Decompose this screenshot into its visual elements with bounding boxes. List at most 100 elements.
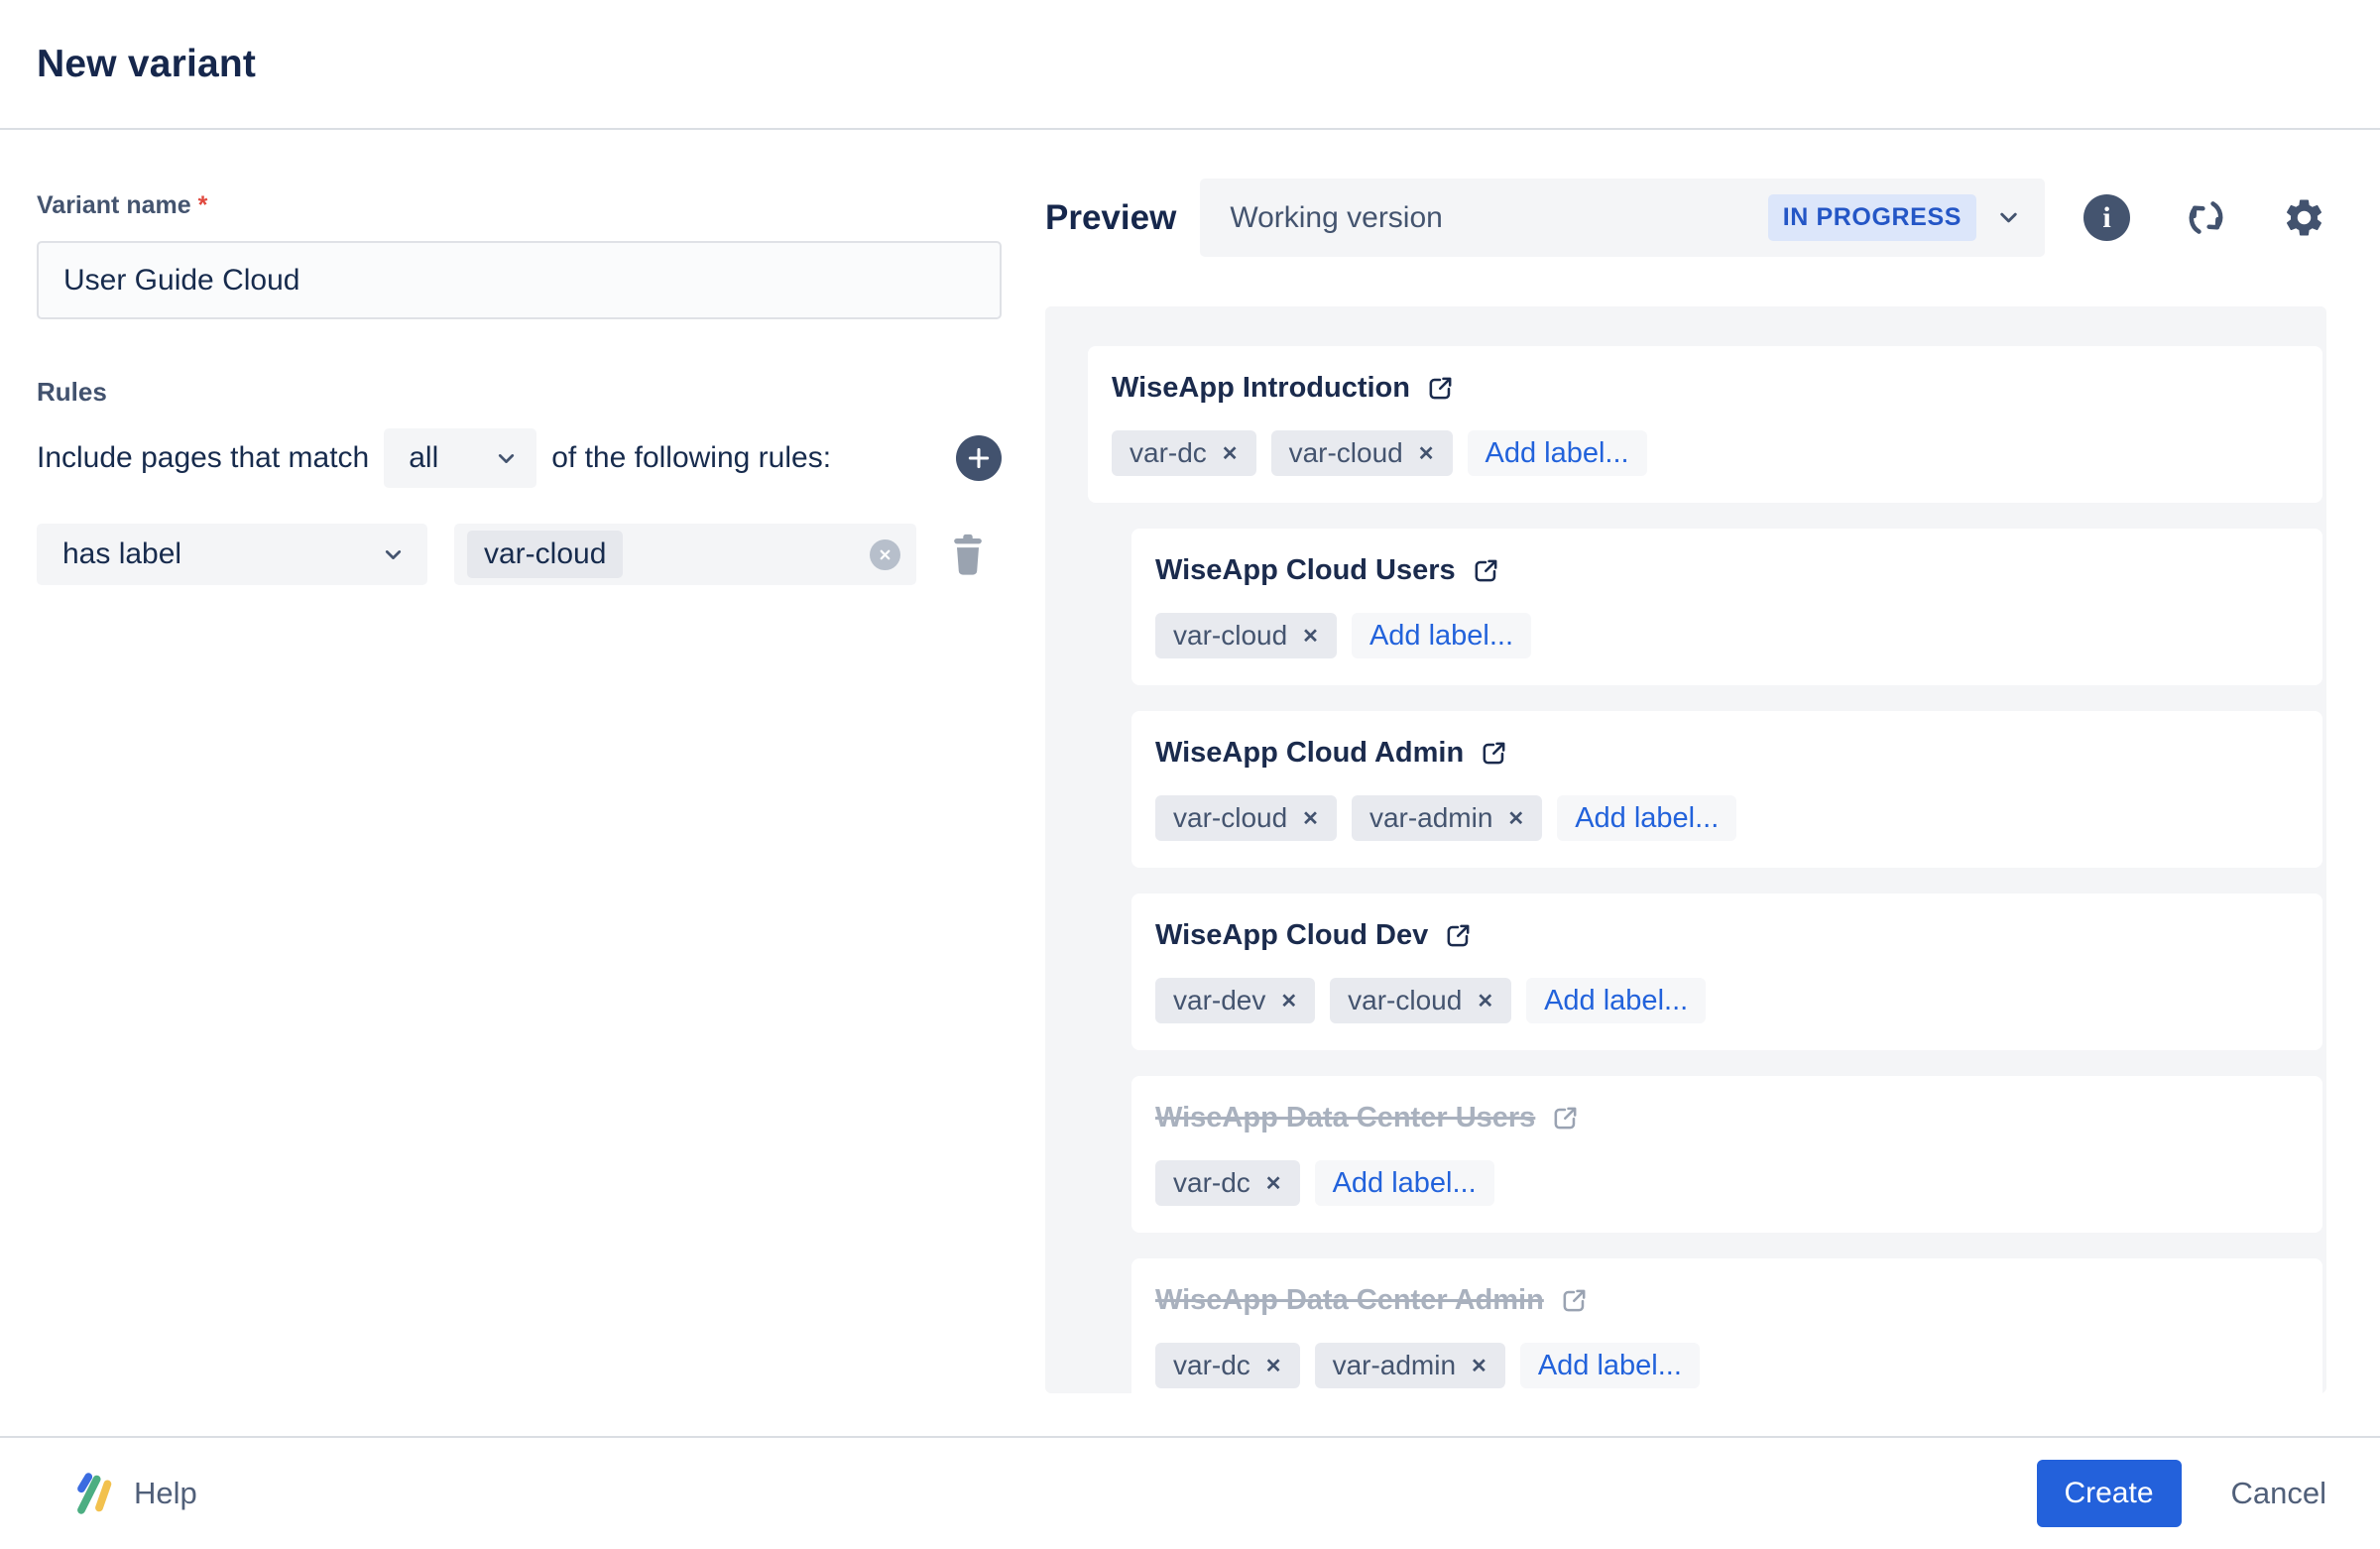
label-pill[interactable]: var-dc ✕ <box>1112 430 1256 476</box>
page-title: WiseApp Cloud Admin <box>1155 737 1465 769</box>
add-label-button[interactable]: Add label... <box>1467 430 1647 476</box>
variant-form: Variant name* Rules Include pages that m… <box>37 130 1002 1436</box>
label-pill[interactable]: var-admin ✕ <box>1351 795 1543 841</box>
remove-label-icon[interactable]: ✕ <box>1418 441 1435 466</box>
preview-header: Preview Working version IN PROGRESS i <box>1045 179 2326 257</box>
label-text: var-dev <box>1173 985 1266 1015</box>
remove-label-icon[interactable]: ✕ <box>1302 624 1319 649</box>
add-label-button[interactable]: Add label... <box>1351 613 1532 658</box>
variant-name-label: Variant name * <box>37 191 208 219</box>
page-title: WiseApp Cloud Users <box>1155 554 1456 586</box>
rules-heading: Rules <box>37 377 107 407</box>
label-pill[interactable]: var-cloud ✕ <box>1155 795 1337 841</box>
match-text-before: Include pages that match <box>37 441 370 474</box>
label-pill[interactable]: var-cloud ✕ <box>1330 978 1512 1023</box>
label-text: var-admin <box>1368 802 1493 833</box>
app-logo-icon <box>77 1473 112 1514</box>
chevron-down-icon <box>385 549 402 559</box>
page-title-row: WiseApp Data Center Admin <box>1155 1284 2293 1317</box>
page-card: WiseApp Data Center Admin var-dc ✕ var-a… <box>1131 1258 2322 1393</box>
page-title-row: WiseApp Cloud Dev <box>1155 919 2293 952</box>
external-link-icon[interactable] <box>1480 739 1508 768</box>
page-title: WiseApp Data Center Users <box>1155 1102 1536 1133</box>
page-labels: var-dc ✕ var-admin ✕ Add label... <box>1155 1343 2293 1388</box>
page-card: WiseApp Cloud Dev var-dev ✕ var-cloud ✕ … <box>1131 894 2322 1050</box>
label-pill[interactable]: var-cloud ✕ <box>1155 613 1337 658</box>
refresh-button[interactable] <box>2183 194 2229 241</box>
label-pill[interactable]: var-dc ✕ <box>1155 1343 1300 1388</box>
remove-label-icon[interactable]: ✕ <box>1477 989 1493 1013</box>
page-title-row: WiseApp Cloud Users <box>1155 554 2293 587</box>
external-link-icon[interactable] <box>1560 1286 1589 1315</box>
add-label-button[interactable]: Add label... <box>1526 978 1707 1023</box>
label-pill[interactable]: var-dc ✕ <box>1155 1160 1300 1206</box>
label-text: var-admin <box>1332 1350 1457 1380</box>
variant-name-input[interactable] <box>37 241 1002 319</box>
delete-rule-button[interactable] <box>949 533 987 576</box>
page-title: WiseApp Cloud Dev <box>1155 919 1429 951</box>
main-content: Variant name* Rules Include pages that m… <box>0 130 2380 1436</box>
page-card: WiseApp Cloud Users var-cloud ✕ Add labe… <box>1131 529 2322 685</box>
match-mode-select[interactable]: all <box>384 428 537 488</box>
label-text: var-dc <box>1130 437 1207 468</box>
footer-actions: Create Cancel <box>2036 1460 2327 1527</box>
clear-icon <box>880 549 891 559</box>
dialog-footer: Help Create Cancel <box>0 1436 2380 1549</box>
external-link-icon[interactable] <box>1444 921 1473 950</box>
remove-label-icon[interactable]: ✕ <box>1302 806 1319 831</box>
status-badge: IN PROGRESS <box>1767 194 1976 241</box>
help-label: Help <box>134 1476 197 1510</box>
page-card: WiseApp Introduction var-dc ✕ var-cloud … <box>1088 346 2322 503</box>
page-labels: var-dev ✕ var-cloud ✕ Add label... <box>1155 978 2293 1023</box>
label-pill[interactable]: var-cloud ✕ <box>1270 430 1453 476</box>
required-asterisk: * <box>197 191 208 219</box>
add-label-button[interactable]: Add label... <box>1557 795 1737 841</box>
page-title-row: WiseApp Introduction <box>1112 372 2293 405</box>
cancel-button[interactable]: Cancel <box>2231 1476 2327 1511</box>
settings-button[interactable] <box>2282 195 2326 240</box>
version-name: Working version <box>1230 200 1443 234</box>
remove-label-icon[interactable]: ✕ <box>1471 1354 1488 1378</box>
match-mode-value: all <box>409 441 439 474</box>
rule-type-select[interactable]: has label <box>37 524 427 585</box>
external-link-icon[interactable] <box>1426 374 1455 403</box>
preview-pane: Preview Working version IN PROGRESS i Wi… <box>1045 130 2326 1436</box>
label-pill[interactable]: var-dev ✕ <box>1155 978 1316 1023</box>
page-title-row: WiseApp Cloud Admin <box>1155 737 2293 770</box>
dialog-header: New variant <box>0 0 2380 130</box>
rule-row: has label var-cloud <box>37 524 1002 585</box>
clear-value-button[interactable] <box>870 538 900 570</box>
match-rule-row: Include pages that match all of the foll… <box>37 428 1002 488</box>
gear-icon <box>2286 199 2322 236</box>
label-text: var-dc <box>1173 1350 1250 1380</box>
chevron-down-icon <box>499 453 515 463</box>
page-title-row: WiseApp Data Center Users <box>1155 1102 2293 1134</box>
label-pill[interactable]: var-admin ✕ <box>1314 1343 1505 1388</box>
pages-preview-panel: WiseApp Introduction var-dc ✕ var-cloud … <box>1045 306 2326 1393</box>
help-button[interactable]: Help <box>69 1468 197 1519</box>
page-title: New variant <box>37 42 257 85</box>
add-rule-button[interactable] <box>956 435 1002 481</box>
match-text-after: of the following rules: <box>551 441 832 474</box>
info-button[interactable]: i <box>2083 194 2130 241</box>
remove-label-icon[interactable]: ✕ <box>1265 1354 1282 1378</box>
create-button[interactable]: Create <box>2036 1460 2182 1527</box>
external-link-icon[interactable] <box>1472 556 1500 585</box>
rule-value-tag: var-cloud <box>467 531 624 578</box>
plus-icon <box>968 447 990 469</box>
add-label-button[interactable]: Add label... <box>1314 1160 1494 1206</box>
page-card: WiseApp Data Center Users var-dc ✕ Add l… <box>1131 1076 2322 1233</box>
rule-value-field[interactable]: var-cloud <box>454 524 916 585</box>
remove-label-icon[interactable]: ✕ <box>1507 806 1524 831</box>
remove-label-icon[interactable]: ✕ <box>1222 441 1239 466</box>
page-title: WiseApp Data Center Admin <box>1155 1284 1544 1316</box>
version-select[interactable]: Working version IN PROGRESS <box>1200 179 2045 257</box>
page-labels: var-cloud ✕ var-admin ✕ Add label... <box>1155 795 2293 841</box>
label-text: var-cloud <box>1173 802 1288 833</box>
remove-label-icon[interactable]: ✕ <box>1280 989 1297 1013</box>
new-variant-dialog: New variant Variant name* Rules Include … <box>0 0 2380 1549</box>
external-link-icon[interactable] <box>1551 1104 1580 1132</box>
remove-label-icon[interactable]: ✕ <box>1265 1171 1282 1196</box>
add-label-button[interactable]: Add label... <box>1519 1343 1700 1388</box>
label-text: var-dc <box>1173 1167 1250 1198</box>
